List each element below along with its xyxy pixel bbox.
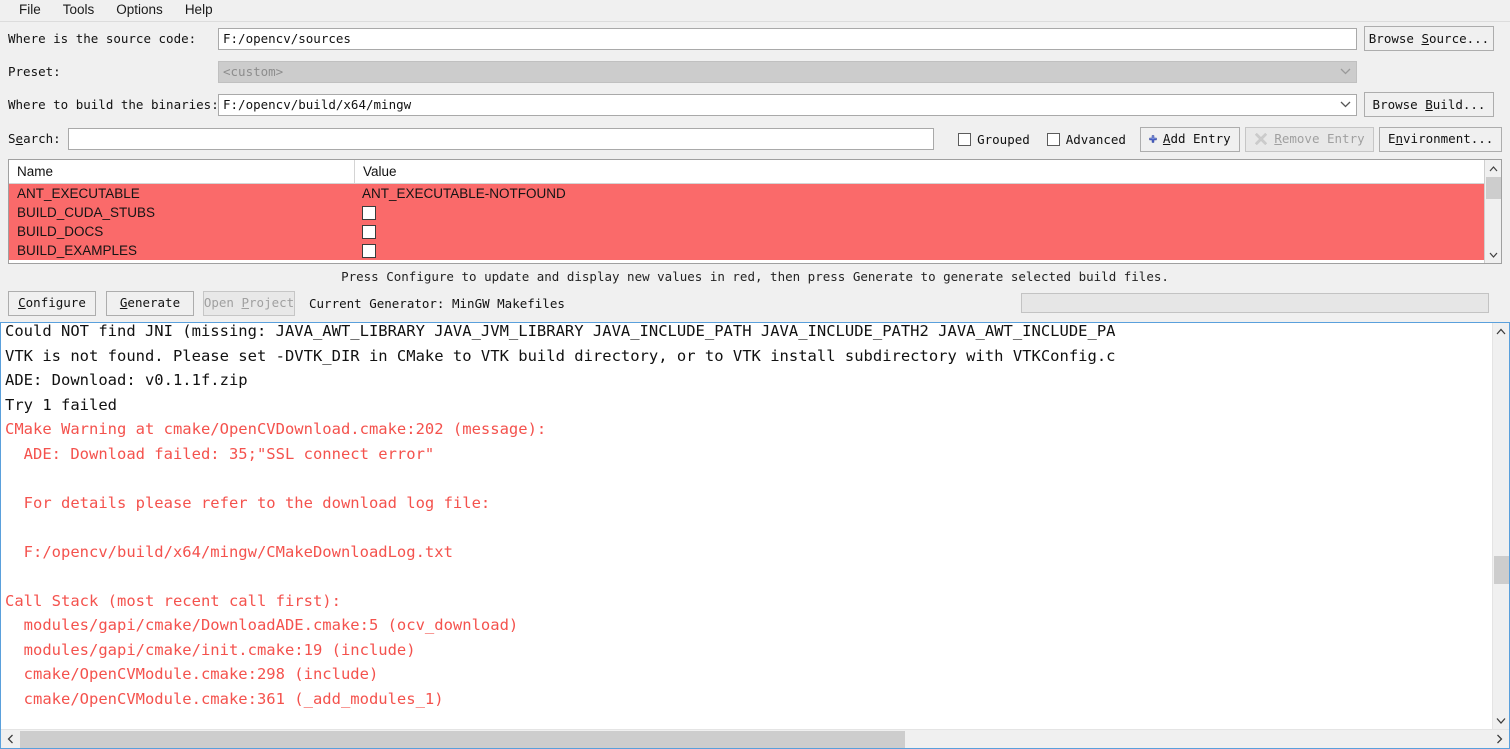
scroll-down-icon[interactable] — [1492, 712, 1509, 729]
output-log-text[interactable]: Could NOT find JNI (missing: JAVA_AWT_LI… — [1, 323, 1492, 729]
output-log-body: Could NOT find JNI (missing: JAVA_AWT_LI… — [1, 323, 1509, 729]
log-line: For details please refer to the download… — [5, 493, 491, 512]
build-value: F:/opencv/build/x64/mingw — [223, 97, 412, 112]
add-entry-label: Add Entry — [1162, 131, 1231, 146]
configure-hint-text: Press Configure to update and display ne… — [341, 269, 1169, 284]
remove-x-icon — [1255, 132, 1268, 146]
cache-entry-value[interactable] — [355, 241, 1484, 260]
browse-build-button[interactable]: Browse Build... — [1364, 92, 1494, 117]
cache-value-checkbox[interactable] — [362, 205, 376, 220]
cache-entry-name: BUILD_CUDA_STUBS — [17, 205, 156, 220]
generate-button[interactable]: Generate — [106, 290, 194, 316]
current-generator-label: Current Generator: MinGW Makefiles — [309, 295, 565, 311]
cache-table-scrollbar[interactable] — [1484, 160, 1501, 263]
preset-value: <custom> — [223, 64, 284, 79]
configure-button[interactable]: Configure — [8, 290, 96, 316]
log-line: cmake/OpenCVModule.cmake:298 (include) — [5, 665, 379, 683]
menu-item-options[interactable]: Options — [105, 1, 174, 20]
log-line: VTK is not found. Please set -DVTK_DIR i… — [5, 346, 1116, 365]
menu-item-tools[interactable]: Tools — [52, 1, 106, 20]
advanced-checkbox[interactable]: Advanced — [1046, 131, 1126, 147]
menu-item-file[interactable]: File — [8, 1, 52, 20]
source-input[interactable]: F:/opencv/sources — [218, 27, 1357, 50]
log-hscroll-track[interactable] — [20, 729, 1490, 748]
cache-value-checkbox[interactable] — [362, 224, 376, 239]
scroll-up-icon[interactable] — [1492, 323, 1509, 340]
output-log-panel[interactable]: Could NOT find JNI (missing: JAVA_AWT_LI… — [0, 322, 1510, 749]
browse-source-button[interactable]: Browse Source... — [1364, 26, 1494, 51]
log-line: F:/opencv/build/x64/mingw/CMakeDownloadL… — [5, 542, 453, 561]
log-line: modules/gapi/cmake/init.cmake:19 (includ… — [5, 640, 416, 659]
cache-entries-table[interactable]: Name Value ANT_EXECUTABLE ANT_EXECUTABLE… — [8, 159, 1502, 264]
table-row[interactable]: BUILD_CUDA_STUBS — [9, 203, 1484, 222]
table-row[interactable]: BUILD_DOCS — [9, 222, 1484, 241]
cache-scroll-track[interactable] — [1484, 177, 1501, 246]
cache-entry-value[interactable] — [355, 203, 1484, 222]
column-header-value[interactable]: Value — [355, 160, 1484, 183]
cache-entry-name: BUILD_DOCS — [17, 224, 104, 239]
cache-scroll-thumb[interactable] — [1485, 177, 1501, 199]
scroll-left-icon[interactable] — [1, 729, 20, 748]
cache-table-body: Name Value ANT_EXECUTABLE ANT_EXECUTABLE… — [9, 160, 1484, 263]
environment-button[interactable]: Environment... — [1379, 126, 1502, 152]
remove-entry-button[interactable]: Remove Entry — [1244, 126, 1375, 152]
remove-entry-label: Remove Entry — [1274, 131, 1365, 146]
checkbox-box-icon — [1046, 132, 1060, 146]
log-line: ADE: Download: v0.1.1f.zip — [5, 371, 248, 389]
add-entry-button[interactable]: Add Entry — [1139, 126, 1240, 152]
advanced-label: Advanced — [1065, 131, 1126, 147]
source-label: Where is the source code: — [8, 30, 197, 46]
preset-combobox[interactable]: <custom> — [218, 60, 1357, 83]
log-line: cmake/OpenCVModule.cmake:361 (_add_modul… — [5, 689, 444, 708]
log-line: Try 1 failed — [5, 395, 117, 414]
log-line: Could NOT find JNI (missing: JAVA_AWT_LI… — [5, 323, 1116, 340]
chevron-down-icon — [1340, 62, 1351, 82]
table-row[interactable]: ANT_EXECUTABLE ANT_EXECUTABLE-NOTFOUND — [9, 184, 1484, 203]
search-row: Search: Grouped Advanced Add Entry Remov… — [8, 121, 1502, 157]
progress-bar — [1021, 293, 1489, 313]
menu-item-help[interactable]: Help — [174, 1, 224, 20]
cmake-gui-window: File Tools Options Help Where is the sou… — [0, 0, 1510, 749]
preset-row: Preset: <custom> — [8, 55, 1502, 88]
search-input[interactable] — [67, 128, 935, 150]
cache-entry-name: ANT_EXECUTABLE — [17, 186, 140, 201]
plus-icon — [1149, 135, 1157, 143]
log-vertical-scrollbar[interactable] — [1492, 323, 1509, 729]
log-horizontal-scrollbar[interactable] — [1, 729, 1509, 748]
grouped-checkbox[interactable]: Grouped — [958, 132, 1030, 147]
menu-bar: File Tools Options Help — [0, 0, 1510, 21]
log-line: CMake Warning at cmake/OpenCVDownload.cm… — [5, 420, 547, 438]
column-header-name[interactable]: Name — [9, 160, 355, 183]
table-row[interactable]: BUILD_EXAMPLES — [9, 241, 1484, 260]
cache-table-header: Name Value — [9, 160, 1484, 184]
log-line: modules/gapi/cmake/DownloadADE.cmake:5 (… — [5, 616, 519, 634]
cache-entry-value[interactable]: ANT_EXECUTABLE-NOTFOUND — [355, 184, 1484, 203]
log-hscroll-thumb[interactable] — [20, 730, 905, 748]
cache-entry-name: BUILD_EXAMPLES — [17, 243, 138, 258]
build-combobox[interactable]: F:/opencv/build/x64/mingw — [218, 93, 1357, 116]
log-scroll-track[interactable] — [1492, 340, 1509, 712]
scroll-right-icon[interactable] — [1490, 729, 1509, 748]
log-line: Call Stack (most recent call first): — [5, 591, 341, 610]
path-form: Where is the source code: F:/opencv/sour… — [0, 22, 1510, 157]
action-bar: Configure Generate Open Project Current … — [0, 288, 1510, 318]
scroll-down-icon[interactable] — [1484, 246, 1501, 263]
cache-entry-value[interactable] — [355, 222, 1484, 241]
build-label: Where to build the binaries: — [8, 96, 219, 112]
log-scroll-thumb[interactable] — [1493, 556, 1509, 584]
grouped-label: Grouped — [977, 131, 1030, 147]
cache-value-checkbox[interactable] — [362, 243, 376, 258]
scroll-up-icon[interactable] — [1484, 160, 1501, 177]
log-line: ADE: Download failed: 35;"SSL connect er… — [5, 444, 435, 463]
search-label: Search: — [8, 131, 61, 146]
build-row: Where to build the binaries: F:/opencv/b… — [8, 88, 1502, 121]
chevron-down-icon — [1340, 95, 1351, 115]
open-project-button[interactable]: Open Project — [203, 290, 295, 316]
source-row: Where is the source code: F:/opencv/sour… — [8, 22, 1502, 55]
preset-label: Preset: — [8, 63, 61, 79]
checkbox-box-icon — [958, 132, 972, 146]
